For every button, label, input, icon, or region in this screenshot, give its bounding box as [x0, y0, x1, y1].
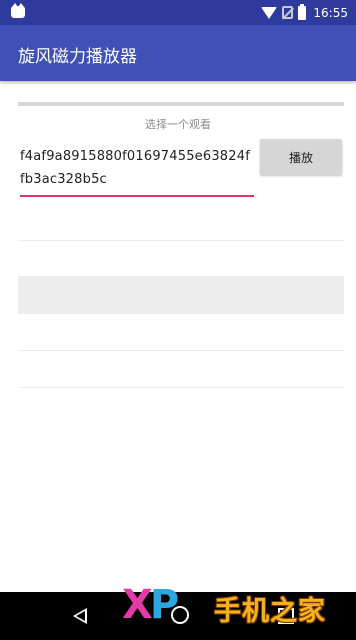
list-divider [18, 350, 344, 351]
watermark: XP 手机之家 [122, 583, 354, 633]
no-sim-icon [282, 6, 294, 19]
app-bar: 旋风磁力播放器 [0, 25, 356, 81]
list-divider [18, 387, 344, 388]
wifi-icon [261, 6, 278, 19]
list-item-selected[interactable] [18, 276, 344, 314]
battery-icon [298, 3, 307, 20]
back-icon[interactable] [73, 608, 87, 624]
watermark-logo: XP [122, 582, 179, 628]
magnet-input-value[interactable]: f4af9a8915880f01697455e63824ffb3ac328b5c [20, 145, 254, 191]
hint-text: 选择一个观看 [145, 118, 211, 131]
status-bar: 16:55 [0, 0, 356, 25]
play-button[interactable]: 播放 [260, 139, 342, 175]
watermark-text: 手机之家 [214, 596, 326, 627]
android-notification-icon [11, 3, 25, 18]
list-divider [18, 240, 344, 241]
progress-track [18, 102, 344, 106]
app-title: 旋风磁力播放器 [18, 47, 137, 67]
input-underline [20, 195, 254, 197]
status-icons: 16:55 [261, 3, 348, 21]
clock: 16:55 [313, 5, 348, 20]
magnet-input[interactable]: f4af9a8915880f01697455e63824ffb3ac328b5c [20, 145, 254, 197]
